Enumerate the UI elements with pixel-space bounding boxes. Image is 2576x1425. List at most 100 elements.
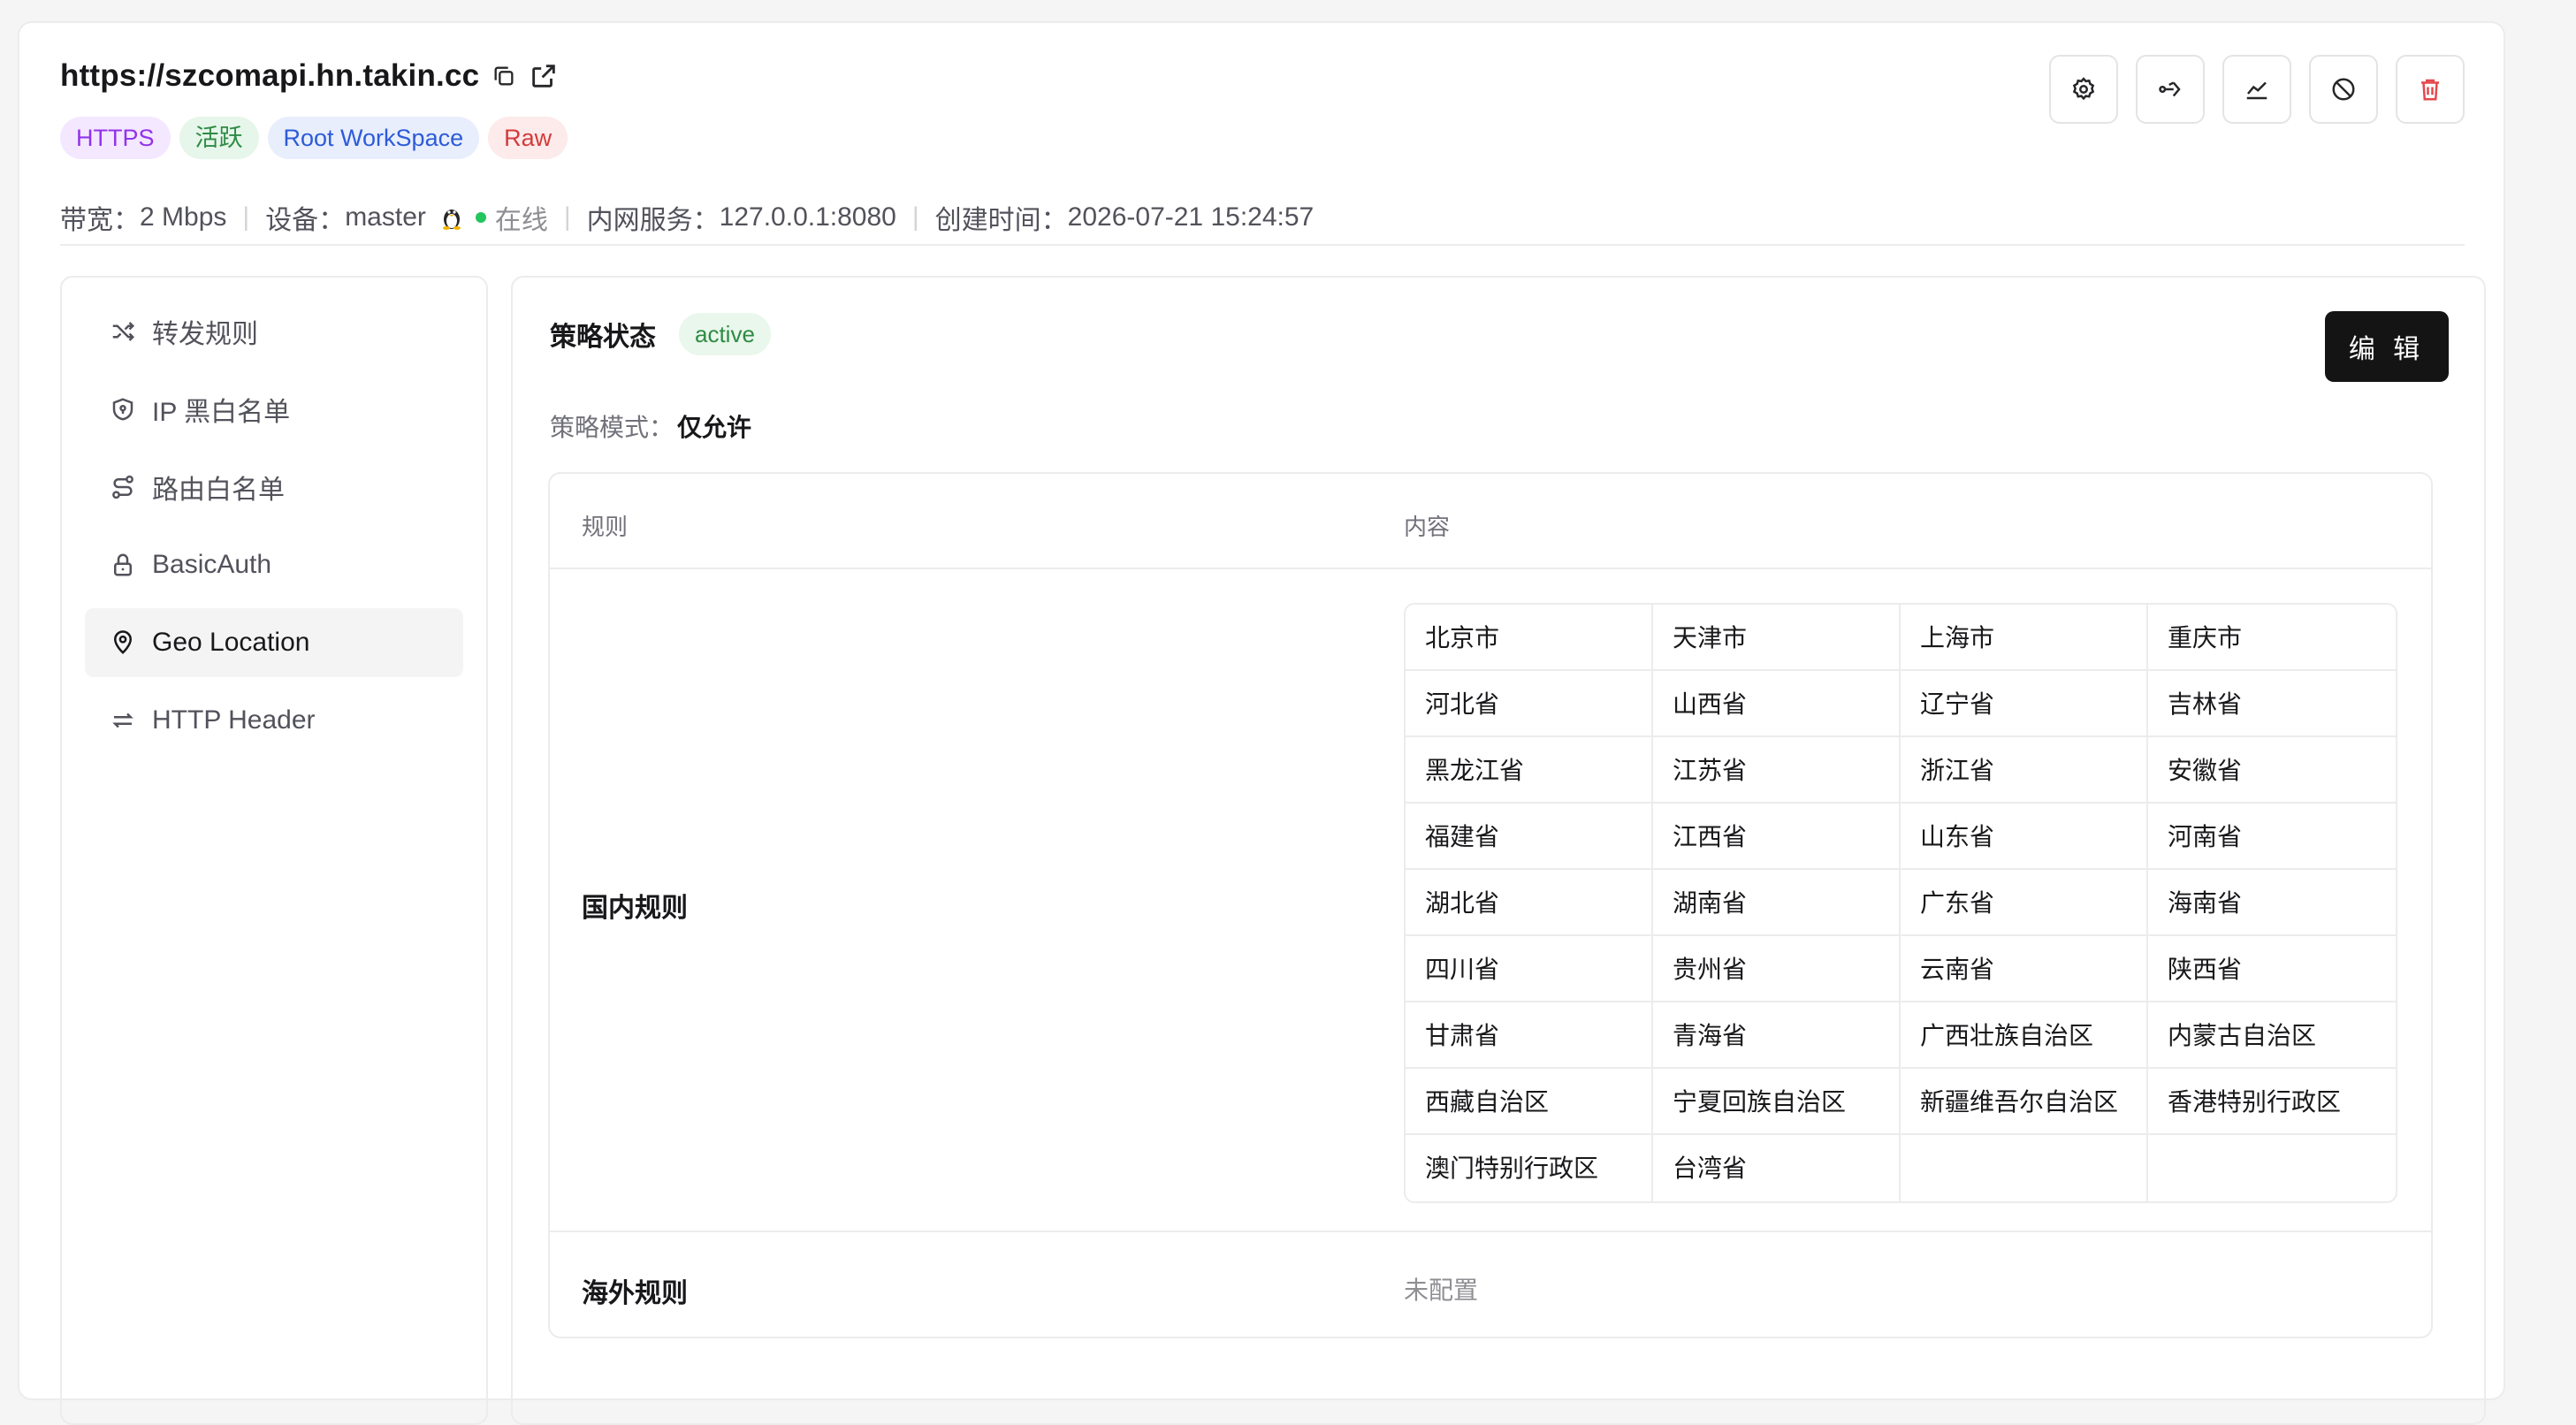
external-link-icon[interactable] [529,61,559,91]
device-label: 设备： [265,206,346,235]
geo-policy-panel: 策略状态 active 编 辑 策略模式： 仅允许 规则 内容 国内规则 北京市天… [511,276,2486,1425]
region-cell: 辽宁省 [1901,671,2148,737]
sidebar-item-geo-location[interactable]: Geo Location [85,608,463,677]
region-cell: 天津市 [1653,605,1901,671]
edit-button[interactable]: 编 辑 [2325,311,2449,382]
rules-table: 规则 内容 国内规则 北京市 天津市 上海市 重庆市河北省 山西省 辽宁省 吉林省黑龙江省江… [548,472,2433,1338]
badge-workspace: Root WorkSpace [267,117,480,159]
region-cell: 湖南省 [1653,870,1901,936]
domestic-rule-label: 国内规则 [582,894,688,923]
sidebar-item-basicauth[interactable]: BasicAuth [85,530,463,599]
policy-mode-label: 策略模式： [550,414,674,441]
stats-button[interactable] [2222,55,2291,124]
meta-separator: | [563,202,571,232]
status-badge: active [679,313,771,355]
region-cell: 河北省 [1406,671,1653,737]
settings-button[interactable] [2049,55,2118,124]
policy-status-label: 策略状态 [550,323,656,352]
lock-icon [110,552,136,578]
sidebar-item-label: Geo Location [152,628,310,657]
policy-mode: 策略模式： 仅允许 [550,408,751,444]
shuffle-icon [110,318,136,345]
trash-icon [2417,76,2443,103]
action-buttons [2049,55,2465,124]
region-cell: 广西壮族自治区 [1901,1002,2148,1069]
sidebar-item-ip-list[interactable]: IP 黑白名单 [85,375,463,444]
overseas-rule-value: 未配置 [1404,1276,1479,1304]
region-cell: 宁夏回族自治区 [1653,1069,1901,1135]
region-cell: 河南省 [2148,804,2396,870]
region-cell: 安徽省 [2148,737,2396,804]
region-cell: 广东省 [1901,870,2148,936]
service-value: 127.0.0.1:8080 [719,202,896,232]
route-icon [110,474,136,500]
region-cell: 甘肃省 [1406,1002,1653,1069]
created-label: 创建时间： [934,206,1068,235]
table-row-overseas: 海外规则 未配置 [550,1234,2431,1337]
region-cell: 山东省 [1901,804,2148,870]
sidebar-item-label: BasicAuth [152,550,272,579]
region-cell-empty [2148,1135,2396,1201]
created-value: 2026-07-21 15:24:57 [1067,202,1315,232]
title-row: https://szcomapi.hn.takin.cc [60,58,559,94]
region-cell: 澳门特别行政区 [1406,1135,1653,1201]
region-cell-empty [1901,1135,2148,1201]
region-cell: 青海省 [1653,1002,1901,1069]
region-cell: 香港特别行政区 [2148,1069,2396,1135]
badge-raw: Raw [488,117,568,159]
sidebar-item-forward-rules[interactable]: 转发规则 [85,297,463,366]
sidebar-item-label: 转发规则 [152,320,258,349]
sidebar-item-http-header[interactable]: HTTP Header [85,686,463,755]
overseas-rule-label: 海外规则 [582,1279,688,1308]
gear-icon [2070,76,2097,103]
table-row-domestic: 国内规则 北京市 天津市 上海市 重庆市 河北省 山西省 辽宁省 吉林省 黑龙江省 江苏省 浙江省安… [550,569,2431,1232]
map-pin-icon [110,629,136,656]
region-cell: 海南省 [2148,870,2396,936]
badge-https: HTTPS [60,117,171,159]
region-cell: 内蒙古自治区 [2148,1002,2396,1069]
sidebar-item-route-whitelist[interactable]: 路由白名单 [85,453,463,522]
region-cell: 陕西省 [2148,936,2396,1002]
shield-icon [110,396,136,423]
bandwidth-label: 带宽： [60,206,140,235]
online-text: 在线 [494,206,548,235]
meta-separator: | [911,202,919,232]
sidebar: 转发规则 IP 黑白名单 路由白名单 BasicAuth Geo Locatio… [60,276,488,1425]
online-status: 在线 [475,198,548,237]
policy-status-row: 策略状态 active [550,313,771,355]
linux-icon [440,205,463,230]
ban-icon [2330,76,2357,103]
sidebar-item-label: HTTP Header [152,705,316,735]
badge-list: HTTPS 活跃 Root WorkSpace Raw [60,117,568,159]
region-cell: 西藏自治区 [1406,1069,1653,1135]
copy-icon[interactable] [492,64,516,88]
column-header-rule: 规则 [582,514,629,540]
region-cell: 吉林省 [2148,671,2396,737]
chart-icon [2244,76,2270,103]
region-cell: 上海市 [1901,605,2148,671]
online-dot-icon [475,212,486,223]
region-cell: 山西省 [1653,671,1901,737]
region-cell: 重庆市 [2148,605,2396,671]
disable-button[interactable] [2309,55,2378,124]
column-header-content: 内容 [1404,514,1451,540]
delete-button[interactable] [2396,55,2465,124]
region-cell: 黑龙江省 [1406,737,1653,804]
region-cell: 四川省 [1406,936,1653,1002]
badge-active: 活跃 [179,117,259,159]
region-cell: 云南省 [1901,936,2148,1002]
region-cell: 台湾省 [1653,1135,1901,1201]
region-cell: 北京市 [1406,605,1653,671]
sidebar-item-label: IP 黑白名单 [152,398,291,427]
sidebar-item-label: 路由白名单 [152,476,285,505]
share-button[interactable] [2136,55,2205,124]
region-cell: 湖北省 [1406,870,1653,936]
policy-mode-value: 仅允许 [677,414,752,441]
region-cell: 江苏省 [1653,737,1901,804]
bandwidth-value: 2 Mbps [140,202,227,232]
device-value: master [345,202,426,232]
region-grid: 北京市 天津市 上海市 重庆市 河北省 山西省 辽宁省 吉林省 黑龙江省 江苏省 浙江省 安徽省 福建省… [1404,603,2397,1203]
meta-separator: | [242,202,250,232]
table-header: 规则 内容 [550,474,2431,569]
header-divider [60,244,2465,246]
